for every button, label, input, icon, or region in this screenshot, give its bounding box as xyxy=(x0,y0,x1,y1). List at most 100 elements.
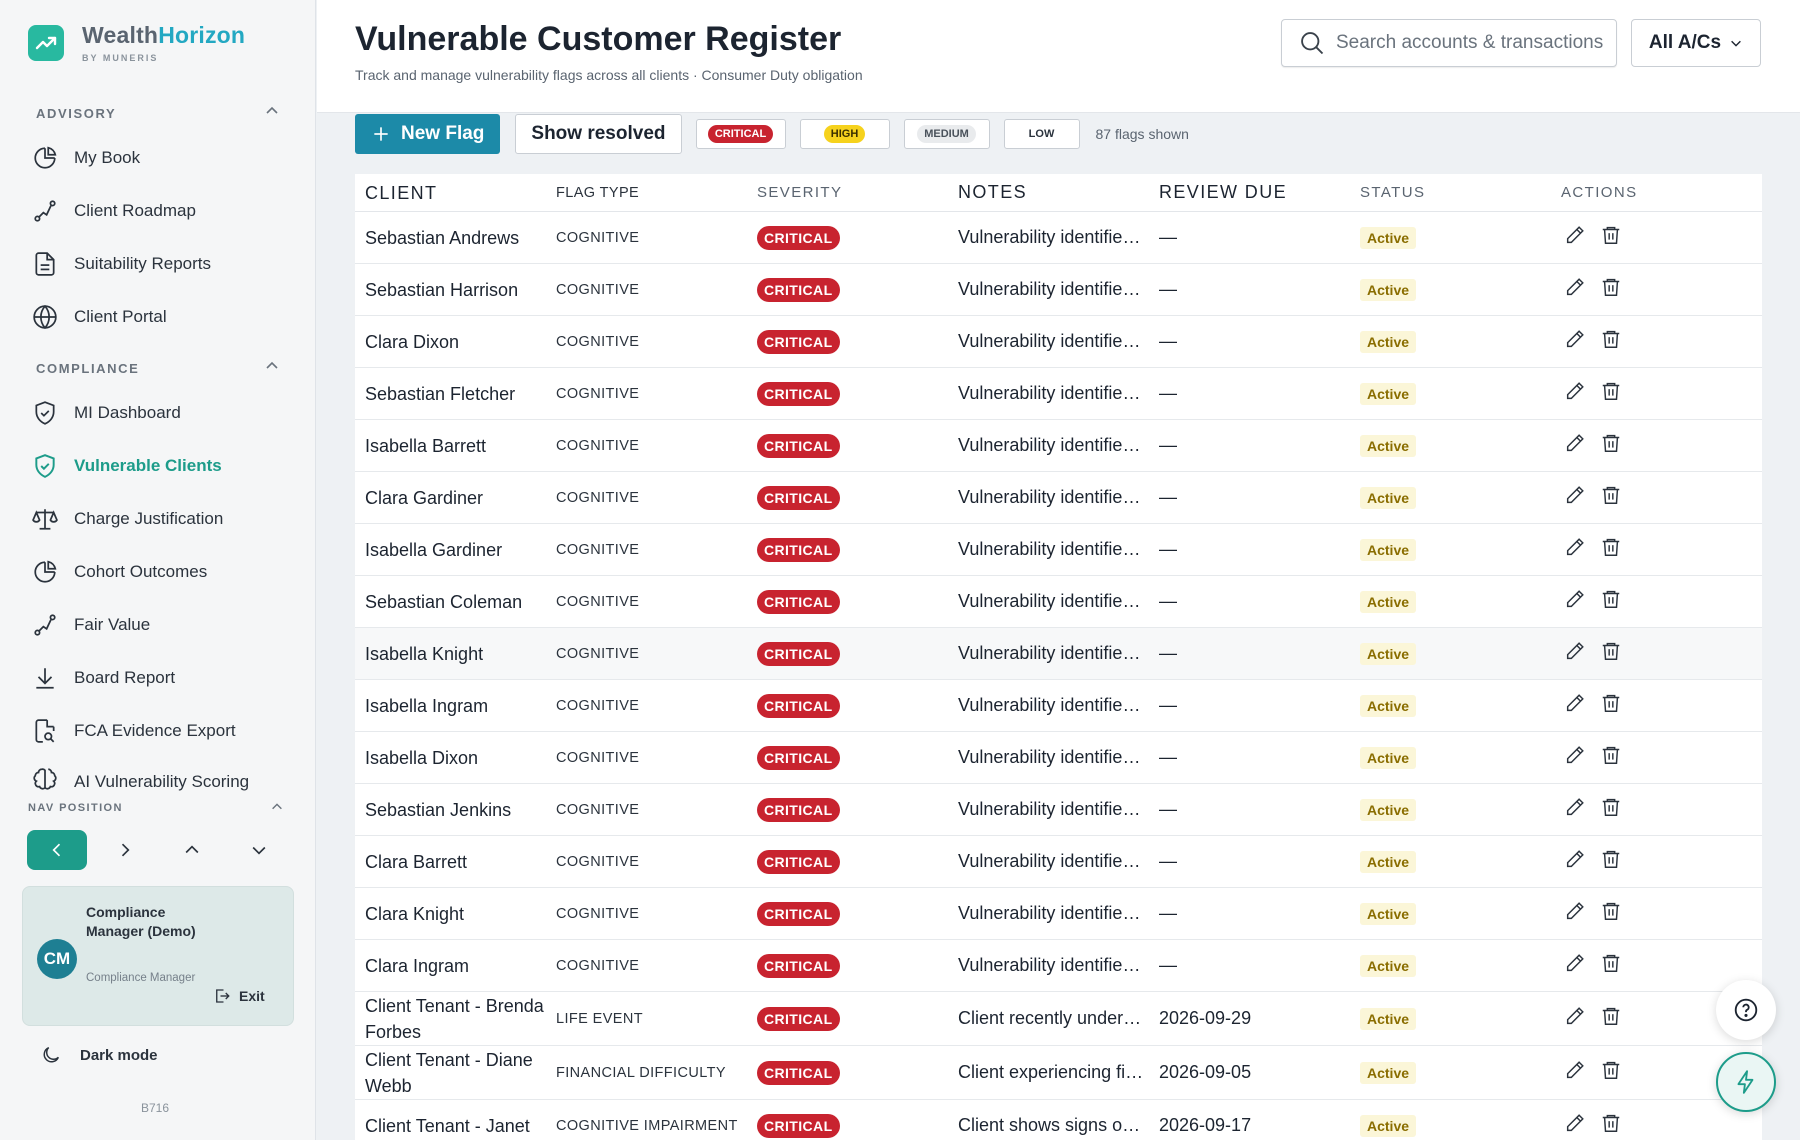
table-row[interactable]: Isabella Ingram COGNITIVE CRITICAL Vulnerab… xyxy=(355,680,1762,732)
delete-button[interactable] xyxy=(1597,900,1625,928)
table-row[interactable]: Sebastian Andrews COGNITIVE CRITICAL Vulner… xyxy=(355,212,1762,264)
delete-button[interactable] xyxy=(1597,796,1625,824)
sidebar-item-client-roadmap[interactable]: Client Roadmap xyxy=(30,191,290,231)
cell-client[interactable]: Isabella Barrett xyxy=(355,433,556,459)
table-row[interactable]: Isabella Knight COGNITIVE CRITICAL Vulnerab… xyxy=(355,628,1762,680)
chevron-up-icon[interactable] xyxy=(264,358,280,374)
delete-button[interactable] xyxy=(1597,380,1625,408)
dark-mode-toggle[interactable]: Dark mode xyxy=(40,1044,158,1066)
cell-client[interactable]: Sebastian Coleman xyxy=(355,589,556,615)
delete-button[interactable] xyxy=(1597,484,1625,512)
edit-button[interactable] xyxy=(1561,536,1589,564)
cell-client[interactable]: Client Tenant - Diane Webb xyxy=(355,1047,556,1099)
delete-button[interactable] xyxy=(1597,744,1625,772)
chevron-up-icon[interactable] xyxy=(270,800,284,814)
table-row[interactable]: Client Tenant - Diane Webb FINANCIAL DIFF… xyxy=(355,1046,1762,1100)
table-row[interactable]: Sebastian Coleman COGNITIVE CRITICAL Vulner… xyxy=(355,576,1762,628)
edit-button[interactable] xyxy=(1561,1005,1589,1033)
search-input[interactable] xyxy=(1336,32,1606,54)
cell-client[interactable]: Sebastian Fletcher xyxy=(355,381,556,407)
sidebar-item-cohort-outcomes[interactable]: Cohort Outcomes xyxy=(30,552,290,592)
delete-button[interactable] xyxy=(1597,1112,1625,1140)
quick-actions-button[interactable] xyxy=(1716,1052,1776,1112)
filter-low[interactable]: LOW xyxy=(1003,119,1080,149)
edit-button[interactable] xyxy=(1561,796,1589,824)
cell-client[interactable]: Client Tenant - Brenda Forbes xyxy=(355,993,556,1045)
cell-client[interactable]: Sebastian Jenkins xyxy=(355,797,556,823)
edit-button[interactable] xyxy=(1561,848,1589,876)
sidebar-item-my-book[interactable]: My Book xyxy=(30,138,290,178)
delete-button[interactable] xyxy=(1597,536,1625,564)
edit-button[interactable] xyxy=(1561,328,1589,356)
table-row[interactable]: Client Tenant - Brenda Forbes LIFE EVENT C… xyxy=(355,992,1762,1046)
filter-critical[interactable]: CRITICAL xyxy=(695,119,786,149)
delete-button[interactable] xyxy=(1597,692,1625,720)
edit-button[interactable] xyxy=(1561,432,1589,460)
column-header-severity[interactable]: SEVERITY xyxy=(757,184,958,201)
filter-high[interactable]: HIGH xyxy=(799,119,890,149)
sidebar-item-ai-vulnerability-scoring[interactable]: AI Vulnerability Scoring xyxy=(30,764,290,796)
nav-position-top-button[interactable] xyxy=(162,830,222,870)
cell-client[interactable]: Clara Gardiner xyxy=(355,485,556,511)
search-box[interactable] xyxy=(1281,19,1617,67)
table-row[interactable]: Isabella Dixon COGNITIVE CRITICAL Vulnerabi… xyxy=(355,732,1762,784)
cell-client[interactable]: Clara Barrett xyxy=(355,849,556,875)
nav-position-right-button[interactable] xyxy=(95,830,155,870)
edit-button[interactable] xyxy=(1561,276,1589,304)
edit-button[interactable] xyxy=(1561,588,1589,616)
table-row[interactable]: Clara Knight COGNITIVE CRITICAL Vulnerabili… xyxy=(355,888,1762,940)
edit-button[interactable] xyxy=(1561,952,1589,980)
cell-client[interactable]: Client Tenant - Janet xyxy=(355,1113,556,1139)
column-header-review-due[interactable]: REVIEW DUE xyxy=(1159,182,1360,203)
delete-button[interactable] xyxy=(1597,1059,1625,1087)
cell-client[interactable]: Clara Dixon xyxy=(355,329,556,355)
cell-client[interactable]: Isabella Gardiner xyxy=(355,537,556,563)
new-flag-button[interactable]: New Flag xyxy=(355,114,501,154)
column-header-status[interactable]: STATUS xyxy=(1360,184,1561,201)
nav-position-left-button[interactable] xyxy=(27,830,87,870)
brand-logo[interactable]: WealthHorizon BY MUNERIS xyxy=(28,22,245,63)
edit-button[interactable] xyxy=(1561,744,1589,772)
edit-button[interactable] xyxy=(1561,484,1589,512)
sidebar-item-fca-evidence-export[interactable]: FCA Evidence Export xyxy=(30,711,290,751)
table-row[interactable]: Isabella Gardiner COGNITIVE CRITICAL Vulner… xyxy=(355,524,1762,576)
column-header-flag-type[interactable]: FLAG TYPE xyxy=(556,185,757,201)
table-row[interactable]: Sebastian Harrison COGNITIVE CRITICAL Vulne… xyxy=(355,264,1762,316)
sidebar-item-suitability-reports[interactable]: Suitability Reports xyxy=(30,244,290,284)
column-header-notes[interactable]: NOTES xyxy=(958,182,1159,203)
table-row[interactable]: Sebastian Fletcher COGNITIVE CRITICAL Vulne… xyxy=(355,368,1762,420)
delete-button[interactable] xyxy=(1597,328,1625,356)
table-row[interactable]: Clara Gardiner COGNITIVE CRITICAL Vulnerabi… xyxy=(355,472,1762,524)
table-row[interactable]: Clara Dixon COGNITIVE CRITICAL Vulnerabilit… xyxy=(355,316,1762,368)
show-resolved-button[interactable]: Show resolved xyxy=(515,114,682,154)
delete-button[interactable] xyxy=(1597,276,1625,304)
delete-button[interactable] xyxy=(1597,640,1625,668)
sidebar-item-charge-justification[interactable]: Charge Justification xyxy=(30,499,290,539)
column-header-client[interactable]: CLIENT xyxy=(355,180,556,206)
table-row[interactable]: Client Tenant - Janet COGNITIVE IMPAIRMEN… xyxy=(355,1100,1762,1140)
exit-button[interactable]: Exit xyxy=(213,987,265,1005)
edit-button[interactable] xyxy=(1561,1059,1589,1087)
delete-button[interactable] xyxy=(1597,952,1625,980)
sidebar-item-mi-dashboard[interactable]: MI Dashboard xyxy=(30,393,290,433)
cell-client[interactable]: Isabella Ingram xyxy=(355,693,556,719)
cell-client[interactable]: Sebastian Andrews xyxy=(355,225,556,251)
edit-button[interactable] xyxy=(1561,692,1589,720)
sidebar-item-client-portal[interactable]: Client Portal xyxy=(30,297,290,337)
edit-button[interactable] xyxy=(1561,1112,1589,1140)
delete-button[interactable] xyxy=(1597,224,1625,252)
cell-client[interactable]: Clara Knight xyxy=(355,901,556,927)
nav-position-bottom-button[interactable] xyxy=(229,830,289,870)
delete-button[interactable] xyxy=(1597,432,1625,460)
sidebar-item-vulnerable-clients[interactable]: Vulnerable Clients xyxy=(30,446,290,486)
cell-client[interactable]: Clara Ingram xyxy=(355,953,556,979)
edit-button[interactable] xyxy=(1561,640,1589,668)
table-row[interactable]: Isabella Barrett COGNITIVE CRITICAL Vulnera… xyxy=(355,420,1762,472)
cell-client[interactable]: Isabella Dixon xyxy=(355,745,556,771)
account-select[interactable]: All A/Cs xyxy=(1631,19,1761,67)
filter-medium[interactable]: MEDIUM xyxy=(903,119,990,149)
edit-button[interactable] xyxy=(1561,900,1589,928)
edit-button[interactable] xyxy=(1561,224,1589,252)
table-row[interactable]: Clara Barrett COGNITIVE CRITICAL Vulnerabil… xyxy=(355,836,1762,888)
chevron-up-icon[interactable] xyxy=(264,103,280,119)
